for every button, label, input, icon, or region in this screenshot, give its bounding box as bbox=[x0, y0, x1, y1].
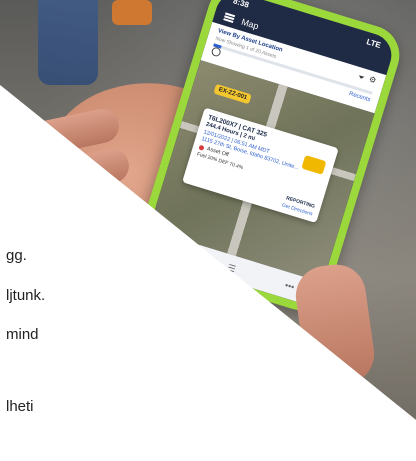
body-text-line: lheti bbox=[6, 398, 34, 415]
white-diagonal-overlay bbox=[0, 85, 416, 461]
body-text-line: gg. bbox=[6, 247, 27, 264]
body-text-line: ljtunk. bbox=[6, 287, 46, 304]
scene: 8:38 LTE Map View By Asset Location Now … bbox=[0, 0, 416, 461]
body-text-line: mind bbox=[6, 326, 39, 343]
